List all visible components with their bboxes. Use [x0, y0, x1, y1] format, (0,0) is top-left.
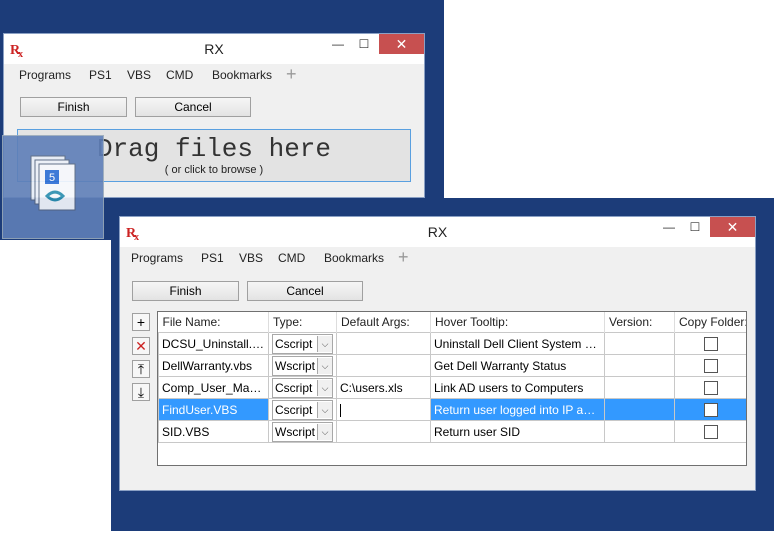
table-row[interactable]: DellWarranty.vbs Wscript ⌵ Get Dell Warra…: [158, 354, 746, 377]
menu-bookmarks[interactable]: Bookmarks: [212, 68, 272, 82]
cancel-button-label: Cancel: [286, 284, 324, 298]
close-button[interactable]: ✕: [379, 34, 424, 54]
version-cell[interactable]: [604, 398, 675, 421]
tooltip-cell[interactable]: Link AD users to Computers: [430, 376, 605, 399]
copy-folder-cell: [674, 376, 746, 399]
menu-vbs[interactable]: VBS: [239, 251, 263, 265]
cancel-button[interactable]: Cancel: [135, 97, 251, 117]
menu-bar: Programs PS1 VBS CMD Bookmarks +: [4, 64, 424, 88]
table-row[interactable]: SID.VBS Wscript ⌵ Return user SID: [158, 420, 746, 443]
version-cell[interactable]: [604, 354, 675, 377]
tooltip-cell[interactable]: Return user logged into IP address: [430, 398, 605, 421]
type-dropdown[interactable]: Wscript ⌵: [272, 355, 333, 376]
copy-folder-checkbox[interactable]: [704, 424, 718, 439]
close-button[interactable]: ✕: [710, 217, 755, 237]
menu-ps1[interactable]: PS1: [201, 251, 224, 265]
type-dropdown[interactable]: Wscript ⌵: [272, 421, 333, 442]
file-name-cell[interactable]: DellWarranty.vbs: [158, 354, 269, 377]
type-dropdown[interactable]: Cscript ⌵: [272, 377, 333, 398]
move-top-button[interactable]: ⤒: [132, 360, 150, 378]
menu-bar: Programs PS1 VBS CMD Bookmarks +: [120, 247, 755, 271]
finish-button[interactable]: Finish: [132, 281, 239, 301]
chevron-down-icon[interactable]: ⌵: [317, 423, 332, 440]
tooltip-cell[interactable]: Get Dell Warranty Status: [430, 354, 605, 377]
type-cell[interactable]: Wscript ⌵: [268, 420, 337, 443]
type-cell[interactable]: Wscript ⌵: [268, 354, 337, 377]
menu-cmd[interactable]: CMD: [278, 251, 305, 265]
menu-programs[interactable]: Programs: [131, 251, 183, 265]
version-cell[interactable]: [604, 376, 675, 399]
chevron-down-icon[interactable]: ⌵: [317, 335, 332, 352]
col-file-name[interactable]: File Name:: [158, 312, 269, 333]
col-default-args[interactable]: Default Args:: [336, 312, 431, 333]
titlebar: R x RX — ☐ ✕: [120, 217, 755, 247]
col-version[interactable]: Version:: [604, 312, 675, 333]
minimize-button[interactable]: —: [655, 217, 683, 237]
args-cell[interactable]: [336, 332, 431, 355]
type-value: Cscript: [275, 402, 313, 417]
col-type[interactable]: Type:: [268, 312, 337, 333]
add-menu-icon[interactable]: +: [286, 64, 297, 85]
args-cell[interactable]: [336, 354, 431, 377]
file-name-cell[interactable]: SID.VBS: [158, 420, 269, 443]
chevron-down-icon[interactable]: ⌵: [317, 357, 332, 374]
type-cell[interactable]: Cscript ⌵: [268, 398, 337, 421]
copy-folder-checkbox[interactable]: [704, 336, 718, 351]
text-cursor: [340, 403, 341, 417]
copy-folder-checkbox[interactable]: [704, 358, 718, 373]
table-row-selected[interactable]: FindUser.VBS Cscript ⌵ Return user logged…: [158, 398, 746, 421]
chevron-down-icon[interactable]: ⌵: [317, 401, 332, 418]
cancel-button[interactable]: Cancel: [247, 281, 363, 301]
version-cell[interactable]: [604, 332, 675, 355]
menu-ps1[interactable]: PS1: [89, 68, 112, 82]
file-name-cell[interactable]: FindUser.VBS: [158, 398, 269, 421]
tooltip-cell[interactable]: Uninstall Dell Client System Update: [430, 332, 605, 355]
dragged-files-overlay: 5: [2, 135, 104, 239]
type-value: Wscript: [275, 424, 315, 439]
type-value: Cscript: [275, 380, 313, 395]
add-menu-icon[interactable]: +: [398, 247, 409, 268]
maximize-button[interactable]: ☐: [681, 217, 709, 237]
remove-row-button[interactable]: ✕: [132, 337, 150, 355]
col-copy-folder[interactable]: Copy Folder:: [674, 312, 746, 333]
menu-bookmarks[interactable]: Bookmarks: [324, 251, 384, 265]
version-cell[interactable]: [604, 420, 675, 443]
args-cell[interactable]: [336, 398, 431, 421]
copy-folder-cell: [674, 354, 746, 377]
col-hover-tooltip[interactable]: Hover Tooltip:: [430, 312, 605, 333]
script-files-icon: 5: [30, 155, 76, 211]
scripts-grid: File Name: Type: Default Args: Hover Too…: [157, 311, 747, 466]
copy-folder-checkbox[interactable]: [704, 402, 718, 417]
table-row[interactable]: DCSU_Uninstall.vbs Cscript ⌵ Uninstall De…: [158, 332, 746, 355]
menu-vbs[interactable]: VBS: [127, 68, 151, 82]
type-dropdown[interactable]: Cscript ⌵: [272, 399, 333, 420]
copy-folder-cell: [674, 332, 746, 355]
table-row[interactable]: Comp_User_Map.v... Cscript ⌵ C:\users.xls…: [158, 376, 746, 399]
add-row-button[interactable]: +: [132, 313, 150, 331]
copy-folder-checkbox[interactable]: [704, 380, 718, 395]
finish-button-label: Finish: [169, 284, 202, 298]
args-cell[interactable]: [336, 420, 431, 443]
type-value: Wscript: [275, 358, 315, 373]
minimize-button[interactable]: —: [324, 34, 352, 54]
tooltip-cell[interactable]: Return user SID: [430, 420, 605, 443]
maximize-button[interactable]: ☐: [350, 34, 378, 54]
type-cell[interactable]: Cscript ⌵: [268, 376, 337, 399]
finish-button[interactable]: Finish: [20, 97, 127, 117]
file-name-cell[interactable]: Comp_User_Map.v...: [158, 376, 269, 399]
type-value: Cscript: [275, 336, 313, 351]
move-down-button[interactable]: ⤓: [132, 383, 150, 401]
copy-folder-cell: [674, 420, 746, 443]
file-name-cell[interactable]: DCSU_Uninstall.vbs: [158, 332, 269, 355]
copy-folder-cell: [674, 398, 746, 421]
type-dropdown[interactable]: Cscript ⌵: [272, 333, 333, 354]
args-cell[interactable]: C:\users.xls: [336, 376, 431, 399]
menu-cmd[interactable]: CMD: [166, 68, 193, 82]
type-cell[interactable]: Cscript ⌵: [268, 332, 337, 355]
chevron-down-icon[interactable]: ⌵: [317, 379, 332, 396]
grid-header: File Name: Type: Default Args: Hover Too…: [158, 312, 746, 333]
menu-programs[interactable]: Programs: [19, 68, 71, 82]
titlebar: R x RX — ☐ ✕: [4, 34, 424, 64]
file-count-badge: 5: [49, 172, 55, 184]
